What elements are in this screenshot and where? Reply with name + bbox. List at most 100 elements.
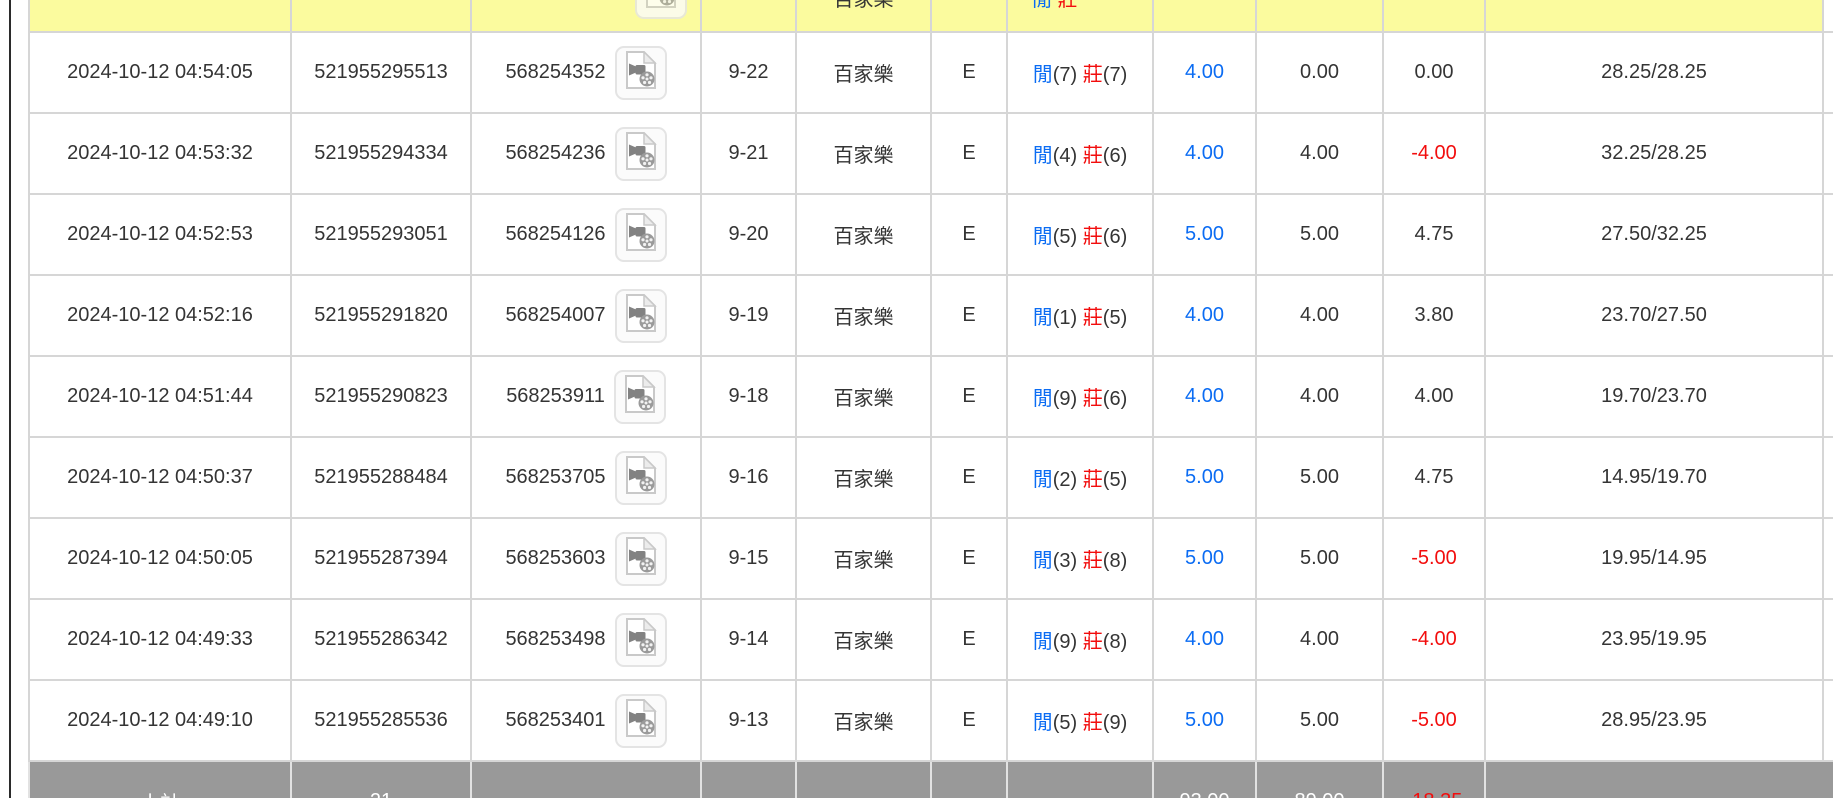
game-type-cell: 百家樂 <box>795 193 932 276</box>
player-result-label: 閒 <box>1032 307 1053 329</box>
subtotal-row: 小計 21 93.00 89.00 -18.35 <box>28 760 1833 798</box>
order-id-cell: 521955293051 <box>290 193 472 276</box>
video-file-icon <box>625 616 657 656</box>
result-cell: 閒(2) 莊(5) <box>1006 436 1154 519</box>
order-id-cell: 521955294334 <box>290 112 472 195</box>
banker-result-label: 莊 <box>1082 550 1103 572</box>
balance-cell: 14.95/19.70 <box>1484 436 1824 519</box>
valid-bet-cell: 0.00 <box>1255 31 1384 114</box>
game-type-cell: 百家樂 <box>795 355 932 438</box>
video-replay-button[interactable] <box>614 612 667 667</box>
banker-result-score: (6) <box>1102 145 1128 167</box>
table-row: 2024-10-12 04:50:37 521955288484 5682537… <box>28 436 1833 519</box>
win-loss-cell <box>1382 0 1486 33</box>
result-cell: 閒(3) 莊(8) <box>1006 517 1154 600</box>
video-file-icon <box>625 292 657 332</box>
table-row: 2024-10-12 04:49:33 521955286342 5682534… <box>28 598 1833 681</box>
video-replay-button[interactable] <box>614 450 667 505</box>
spacer-cell <box>1822 274 1833 357</box>
bet-amount-link[interactable]: 5.00 <box>1185 223 1224 245</box>
order-id-cell: 521955286342 <box>290 598 472 681</box>
round-cell: 9-13 <box>700 679 797 762</box>
subtotal-result-cell <box>1006 760 1154 798</box>
result-cell: 閒(9) 莊(8) <box>1006 598 1154 681</box>
player-result-score: (3) <box>1052 550 1078 572</box>
balance-cell: 19.70/23.70 <box>1484 355 1824 438</box>
table-row: 2024-10-12 04:53:32 521955294334 5682542… <box>28 112 1833 195</box>
game-type-cell: 百家樂 <box>795 112 932 195</box>
game-id-cell: 568254126 <box>470 193 702 276</box>
table-code-cell: E <box>930 193 1008 276</box>
game-id-cell: 568253603 <box>470 517 702 600</box>
video-file-icon <box>646 0 676 8</box>
valid-bet-cell: 5.00 <box>1255 517 1384 600</box>
time-cell: 2024-10-12 04:50:37 <box>28 436 292 519</box>
subtotal-game-type-cell <box>795 760 932 798</box>
bet-amount-link[interactable]: 5.00 <box>1185 466 1224 488</box>
banker-result-score: (8) <box>1102 631 1128 653</box>
video-replay-button[interactable] <box>614 288 667 343</box>
video-replay-button[interactable] <box>614 531 667 586</box>
player-result-label: 閒 <box>1032 64 1053 86</box>
valid-bet-cell: 4.00 <box>1255 598 1384 681</box>
video-replay-button[interactable] <box>614 126 667 181</box>
banker-result-label: 莊 <box>1082 307 1103 329</box>
time-cell: 2024-10-12 04:51:44 <box>28 355 292 438</box>
player-result-score: (5) <box>1052 226 1078 248</box>
round-cell <box>700 0 797 33</box>
highlighted-row-partial: 百家樂 閒 莊 <box>28 0 1833 33</box>
video-file-icon <box>624 697 658 743</box>
game-id-cell: 568254352 <box>470 31 702 114</box>
table-code-cell: E <box>930 112 1008 195</box>
table-code-cell: E <box>930 355 1008 438</box>
video-replay-button[interactable] <box>614 207 667 262</box>
time-cell: 2024-10-12 04:49:33 <box>28 598 292 681</box>
bet-amount-cell: 5.00 <box>1152 193 1257 276</box>
video-file-icon <box>625 49 657 89</box>
bet-amount-link[interactable]: 5.00 <box>1185 547 1224 569</box>
video-file-icon <box>624 373 656 413</box>
balance-cell: 19.95/14.95 <box>1484 517 1824 600</box>
subtotal-win-loss-cell: -18.35 <box>1382 760 1486 798</box>
bet-amount-link[interactable]: 4.00 <box>1185 304 1224 326</box>
game-type-label: 百家樂 <box>833 0 894 11</box>
bet-amount-link[interactable]: 4.00 <box>1185 385 1224 407</box>
bet-amount-link[interactable]: 4.00 <box>1185 142 1224 164</box>
subtotal-valid-cell: 89.00 <box>1255 760 1384 798</box>
time-cell: 2024-10-12 04:49:10 <box>28 679 292 762</box>
round-cell: 9-18 <box>700 355 797 438</box>
bet-amount-link[interactable]: 4.00 <box>1185 628 1224 650</box>
game-id-value: 568253603 <box>505 547 606 569</box>
result-cell: 閒(5) 莊(6) <box>1006 193 1154 276</box>
player-result-label: 閒 <box>1032 388 1053 410</box>
banker-result-label: 莊 <box>1082 469 1103 491</box>
video-replay-button[interactable] <box>614 45 667 100</box>
game-id-value: 568253705 <box>505 466 606 488</box>
round-cell: 9-21 <box>700 112 797 195</box>
video-file-icon <box>644 0 678 14</box>
table-row: 2024-10-12 04:52:16 521955291820 5682540… <box>28 274 1833 357</box>
game-type-cell: 百家樂 <box>795 679 932 762</box>
subtotal-bet-cell: 93.00 <box>1152 760 1257 798</box>
banker-result-score: (6) <box>1102 388 1128 410</box>
bet-amount-link[interactable]: 5.00 <box>1185 709 1224 731</box>
banker-result-label: 莊 <box>1082 64 1103 86</box>
banker-result-score: (7) <box>1102 64 1128 86</box>
result-cell: 閒(7) 莊(7) <box>1006 31 1154 114</box>
table-row: 2024-10-12 04:50:05 521955287394 5682536… <box>28 517 1833 600</box>
game-id-cell: 568253401 <box>470 679 702 762</box>
bet-amount-link[interactable]: 4.00 <box>1185 61 1224 83</box>
bet-amount-cell <box>1152 0 1257 33</box>
order-id-cell: 521955288484 <box>290 436 472 519</box>
game-id-value: 568254007 <box>505 304 606 326</box>
video-replay-button[interactable] <box>614 693 667 748</box>
player-result-label: 閒 <box>1032 145 1053 167</box>
page-left-border <box>9 0 11 798</box>
game-id-value: 568254236 <box>505 142 606 164</box>
game-id-cell: 568253911 <box>470 355 702 438</box>
spacer-cell <box>1822 355 1833 438</box>
subtotal-balance-cell <box>1484 760 1833 798</box>
video-file-icon <box>625 697 657 737</box>
video-replay-button[interactable] <box>613 369 666 424</box>
video-replay-button[interactable] <box>635 0 687 19</box>
